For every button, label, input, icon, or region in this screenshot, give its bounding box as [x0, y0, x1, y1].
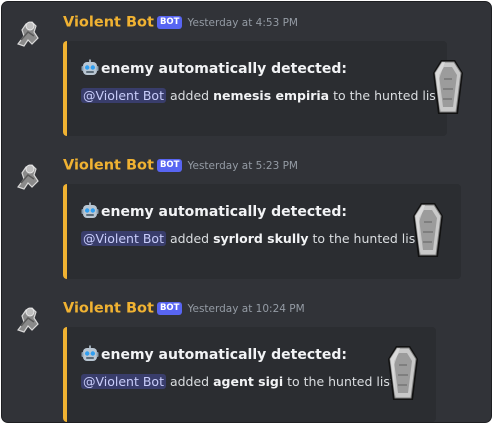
- message-header: Violent Bot BOT Yesterday at 10:24 PM: [63, 298, 305, 320]
- user-mention[interactable]: @Violent Bot: [81, 88, 166, 103]
- enemy-name: agent sigi: [213, 374, 284, 389]
- embed-title: enemy automatically detected:: [81, 59, 347, 77]
- bot-badge: BOT: [156, 302, 183, 315]
- message-header: Violent Bot BOT Yesterday at 4:53 PM: [63, 12, 298, 34]
- message: Violent Bot BOT Yesterday at 10:24 PM enem…: [2, 296, 491, 422]
- desc-text: to the hunted list.: [329, 88, 445, 103]
- coffin-icon[interactable]: [411, 202, 445, 258]
- bot-badge: BOT: [156, 16, 183, 29]
- enemy-name: syrlord skully: [213, 231, 309, 246]
- timestamp[interactable]: Yesterday at 10:24 PM: [187, 303, 304, 315]
- username[interactable]: Violent Bot: [63, 301, 154, 317]
- embed: enemy automatically detected: @Violent B…: [63, 327, 436, 422]
- embed-title-text: enemy automatically detected:: [101, 61, 347, 77]
- coffin-icon[interactable]: [386, 345, 420, 401]
- desc-text: added: [165, 88, 214, 103]
- robot-emoji-icon: [81, 202, 99, 220]
- robot-emoji-icon: [81, 345, 99, 363]
- message-header: Violent Bot BOT Yesterday at 5:23 PM: [63, 155, 298, 177]
- desc-text: added: [165, 374, 214, 389]
- bot-avatar-icon[interactable]: [10, 157, 46, 193]
- desc-text: to the hunted list.: [283, 374, 399, 389]
- embed-title: enemy automatically detected:: [81, 202, 347, 220]
- desc-text: to the hunted list.: [308, 231, 425, 246]
- username[interactable]: Violent Bot: [63, 158, 154, 174]
- user-mention[interactable]: @Violent Bot: [81, 231, 166, 246]
- embed-description: @Violent Bot added syrlord skully to the…: [81, 231, 424, 246]
- embed-title-text: enemy automatically detected:: [101, 347, 347, 363]
- embed: enemy automatically detected: @Violent B…: [63, 184, 461, 279]
- bot-avatar-icon[interactable]: [10, 300, 46, 336]
- embed: enemy automatically detected: @Violent B…: [63, 41, 463, 136]
- coffin-icon[interactable]: [431, 59, 465, 115]
- robot-emoji-icon: [81, 59, 99, 77]
- bot-avatar-icon[interactable]: [10, 14, 46, 50]
- bot-badge: BOT: [156, 159, 183, 172]
- timestamp[interactable]: Yesterday at 4:53 PM: [187, 17, 298, 29]
- embed-description: @Violent Bot added agent sigi to the hun…: [81, 374, 399, 389]
- timestamp[interactable]: Yesterday at 5:23 PM: [187, 160, 298, 172]
- embed-title-text: enemy automatically detected:: [101, 204, 347, 220]
- desc-text: added: [165, 231, 214, 246]
- embed-title: enemy automatically detected:: [81, 345, 347, 363]
- embed-description: @Violent Bot added nemesis empiria to th…: [81, 88, 445, 103]
- enemy-name: nemesis empiria: [213, 88, 330, 103]
- chat-panel: Violent Bot BOT Yesterday at 4:53 PM enemy…: [1, 1, 492, 423]
- username[interactable]: Violent Bot: [63, 15, 154, 31]
- message: Violent Bot BOT Yesterday at 4:53 PM enemy…: [2, 10, 491, 138]
- message: Violent Bot BOT Yesterday at 5:23 PM enemy…: [2, 153, 491, 281]
- user-mention[interactable]: @Violent Bot: [81, 374, 166, 389]
